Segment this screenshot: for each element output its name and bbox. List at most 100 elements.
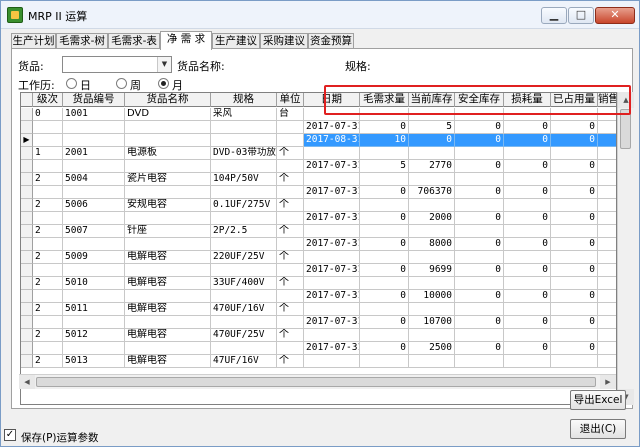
cell-col-spec[interactable]: 采风 (211, 108, 277, 121)
cell-col-gross-demand[interactable] (360, 355, 409, 368)
cell-col-product-name[interactable]: 安规电容 (125, 199, 211, 212)
cell-col-allocated[interactable]: 0 (551, 316, 598, 329)
cell-col-product-name[interactable] (125, 290, 211, 303)
cell-col-allocated[interactable] (551, 251, 598, 264)
cell-col-unit[interactable]: 台 (277, 108, 304, 121)
header-col-product-code[interactable]: 货品编号 (63, 93, 125, 107)
product-combo[interactable]: ▼ (62, 56, 172, 73)
cell-col-allocated[interactable]: 0 (551, 121, 598, 134)
cell-col-allocated[interactable]: 0 (551, 160, 598, 173)
cell-col-current-stock[interactable] (409, 199, 455, 212)
cell-col-loss[interactable]: 0 (504, 316, 551, 329)
cell-col-sales-on-order[interactable] (598, 173, 616, 186)
cell-col-date[interactable] (304, 329, 360, 342)
cell-col-gross-demand[interactable] (360, 173, 409, 186)
header-col-product-name[interactable]: 货品名称 (125, 93, 211, 107)
cell-col-product-code[interactable]: 2001 (63, 147, 125, 160)
cell-col-level[interactable] (33, 342, 63, 355)
cell-col-spec[interactable]: 33UF/400V (211, 277, 277, 290)
cell-col-product-name[interactable] (125, 342, 211, 355)
header-col-level[interactable]: 级次 (33, 93, 63, 107)
tab-fund-budget[interactable]: 资金预算 (308, 33, 354, 49)
cell-col-level[interactable]: 2 (33, 329, 63, 342)
cell-col-safety-stock[interactable] (455, 303, 504, 316)
cell-col-current-stock[interactable]: 8000 (409, 238, 455, 251)
cell-col-level[interactable] (33, 264, 63, 277)
cell-col-loss[interactable]: 0 (504, 134, 551, 147)
cell-col-sales-on-order[interactable] (598, 290, 616, 303)
cell-col-loss[interactable]: 0 (504, 238, 551, 251)
cell-col-product-name[interactable] (125, 316, 211, 329)
cell-col-allocated[interactable] (551, 329, 598, 342)
save-params-checkbox[interactable]: ✓ (4, 429, 16, 441)
cell-col-product-code[interactable] (63, 212, 125, 225)
cell-col-safety-stock[interactable]: 0 (455, 264, 504, 277)
cell-col-gross-demand[interactable] (360, 199, 409, 212)
tab-gross-demand-tree[interactable]: 毛需求-树 (56, 33, 108, 49)
cell-col-unit[interactable] (277, 264, 304, 277)
row-header[interactable] (21, 212, 33, 225)
cell-col-safety-stock[interactable]: 0 (455, 212, 504, 225)
cell-col-product-code[interactable]: 1001 (63, 108, 125, 121)
cell-col-allocated[interactable] (551, 173, 598, 186)
cell-col-level[interactable]: 2 (33, 251, 63, 264)
cell-col-loss[interactable] (504, 199, 551, 212)
cell-col-loss[interactable] (504, 251, 551, 264)
cell-col-gross-demand[interactable] (360, 277, 409, 290)
cell-col-safety-stock[interactable]: 0 (455, 342, 504, 355)
cell-col-unit[interactable] (277, 238, 304, 251)
radio-day[interactable] (66, 78, 77, 89)
radio-month[interactable] (158, 78, 169, 89)
cell-col-spec[interactable] (211, 186, 277, 199)
cell-col-gross-demand[interactable]: 0 (360, 212, 409, 225)
cell-col-date[interactable]: 2017-07-31 (304, 186, 360, 199)
cell-col-product-code[interactable] (63, 121, 125, 134)
chevron-down-icon[interactable]: ▼ (157, 57, 171, 72)
cell-col-loss[interactable] (504, 355, 551, 368)
cell-col-sales-on-order[interactable] (598, 277, 616, 290)
cell-col-product-code[interactable]: 5010 (63, 277, 125, 290)
cell-col-loss[interactable]: 0 (504, 342, 551, 355)
cell-col-unit[interactable]: 个 (277, 355, 304, 368)
cell-col-safety-stock[interactable] (455, 199, 504, 212)
row-header[interactable] (21, 160, 33, 173)
cell-col-safety-stock[interactable] (455, 329, 504, 342)
cell-col-date[interactable] (304, 303, 360, 316)
cell-col-product-code[interactable] (63, 342, 125, 355)
cell-col-allocated[interactable] (551, 225, 598, 238)
cell-col-gross-demand[interactable] (360, 251, 409, 264)
cell-col-gross-demand[interactable]: 0 (360, 290, 409, 303)
cell-col-sales-on-order[interactable] (598, 316, 616, 329)
cell-col-loss[interactable] (504, 108, 551, 121)
cell-col-product-code[interactable]: 5011 (63, 303, 125, 316)
cell-col-loss[interactable]: 0 (504, 212, 551, 225)
cell-col-date[interactable] (304, 251, 360, 264)
cell-col-sales-on-order[interactable] (598, 264, 616, 277)
cell-col-sales-on-order[interactable] (598, 199, 616, 212)
cell-col-current-stock[interactable] (409, 225, 455, 238)
cell-col-level[interactable] (33, 121, 63, 134)
cell-col-loss[interactable]: 0 (504, 121, 551, 134)
net-demand-grid[interactable]: 级次货品编号货品名称规格单位日期毛需求量当前库存安全库存损耗量已占用量销售在订 … (20, 92, 617, 405)
cell-col-allocated[interactable]: 0 (551, 342, 598, 355)
cell-col-product-name[interactable]: DVD (125, 108, 211, 121)
cell-col-unit[interactable] (277, 186, 304, 199)
cell-col-unit[interactable]: 个 (277, 329, 304, 342)
row-header[interactable] (21, 251, 33, 264)
cell-col-level[interactable] (33, 160, 63, 173)
cell-col-sales-on-order[interactable] (598, 303, 616, 316)
cell-col-spec[interactable] (211, 212, 277, 225)
row-header[interactable] (21, 277, 33, 290)
cell-col-sales-on-order[interactable] (598, 329, 616, 342)
cell-col-level[interactable]: 2 (33, 225, 63, 238)
cell-col-level[interactable]: 2 (33, 173, 63, 186)
cell-col-allocated[interactable]: 0 (551, 134, 598, 147)
cell-col-allocated[interactable] (551, 303, 598, 316)
cell-col-unit[interactable] (277, 342, 304, 355)
tab-purchase-advice[interactable]: 采购建议 (260, 33, 308, 49)
cell-col-sales-on-order[interactable] (598, 121, 616, 134)
cell-col-current-stock[interactable] (409, 173, 455, 186)
cell-col-current-stock[interactable]: 5 (409, 121, 455, 134)
cell-col-date[interactable]: 2017-07-31 (304, 342, 360, 355)
exit-button[interactable]: 退出(C) (570, 419, 626, 439)
